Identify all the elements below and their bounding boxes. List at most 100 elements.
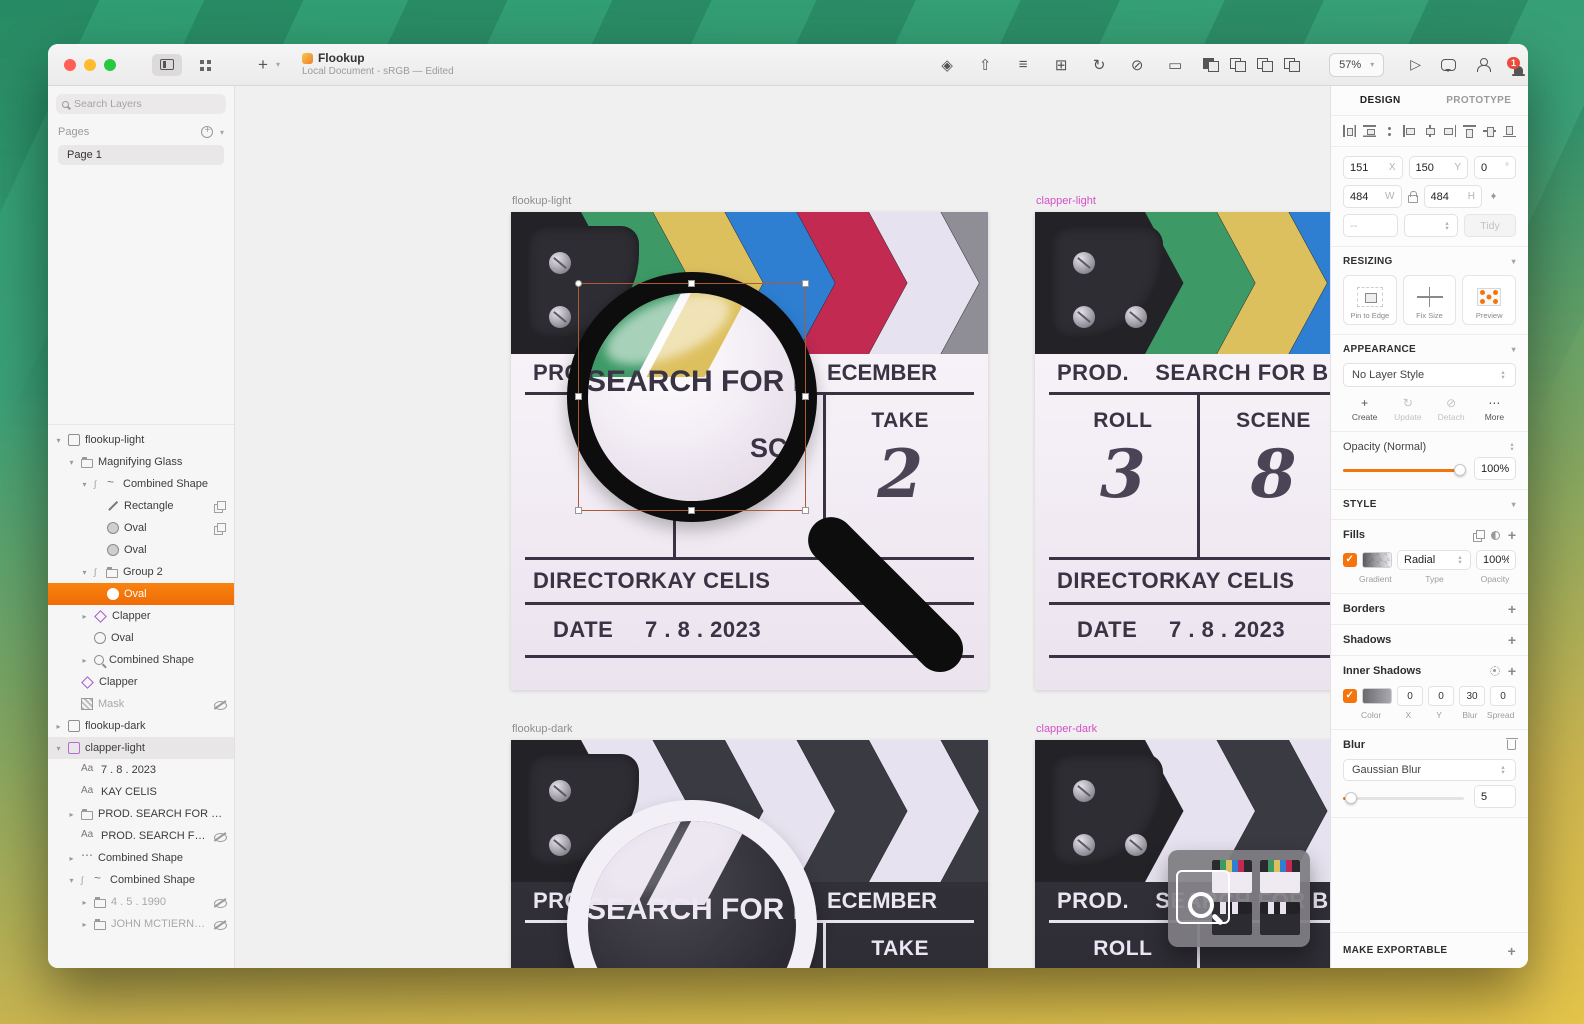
- resize-handle[interactable]: [802, 393, 809, 400]
- pages-collapse-icon[interactable]: ▾: [220, 128, 224, 137]
- add-shadow-button[interactable]: +: [1508, 635, 1516, 645]
- resize-handle[interactable]: [802, 507, 809, 514]
- blur-amount-field[interactable]: 5: [1474, 785, 1516, 808]
- more-style-button[interactable]: ⋯More: [1473, 397, 1516, 422]
- layer-kay-celis[interactable]: KAY CELIS: [48, 781, 234, 803]
- collaborate-button[interactable]: [1476, 58, 1492, 71]
- layer-john-mctiernan[interactable]: ▸JOHN MCTIERNAN: [48, 913, 234, 935]
- delete-blur-icon[interactable]: [1507, 740, 1516, 750]
- hidden-eye-icon[interactable]: [213, 896, 228, 909]
- tidy-button[interactable]: Tidy: [1464, 214, 1516, 237]
- smooth-corners-field[interactable]: ▴▾: [1404, 214, 1459, 237]
- chevron-right-icon[interactable]: ▸: [80, 920, 89, 929]
- layer-clapper[interactable]: Clapper: [48, 671, 234, 693]
- rotation-field[interactable]: 0°: [1474, 156, 1516, 179]
- difference-icon[interactable]: [1284, 58, 1299, 71]
- opacity-slider[interactable]: [1343, 469, 1464, 472]
- inner-shadow-settings-icon[interactable]: [1490, 666, 1500, 676]
- layer-7-8-2023[interactable]: 7 . 8 . 2023: [48, 759, 234, 781]
- chevron-right-icon[interactable]: ▸: [67, 810, 76, 819]
- zoom-window-button[interactable]: [104, 59, 116, 71]
- preview-play-button[interactable]: ▷: [1410, 56, 1421, 73]
- chevron-down-icon[interactable]: ▾: [54, 436, 63, 445]
- align-middle-icon[interactable]: [1483, 125, 1496, 137]
- resize-handle[interactable]: [688, 280, 695, 287]
- add-fill-button[interactable]: +: [1508, 530, 1516, 540]
- collapse-icon[interactable]: ▾: [1512, 257, 1516, 266]
- layer-4-5-1990[interactable]: ▸4 . 5 . 1990: [48, 891, 234, 913]
- insert-chevron-icon[interactable]: ▾: [276, 60, 280, 69]
- inner-shadow-spread-field[interactable]: 0: [1490, 686, 1516, 706]
- canvas[interactable]: flookup-light PRO ECEMBER: [235, 86, 1330, 968]
- add-inner-shadow-button[interactable]: +: [1508, 666, 1516, 676]
- minimize-window-button[interactable]: [84, 59, 96, 71]
- add-page-icon[interactable]: [201, 126, 213, 138]
- height-field[interactable]: 484H: [1424, 185, 1483, 208]
- distribute-vertical-icon[interactable]: [1363, 125, 1376, 137]
- magnifying-glass[interactable]: SEARCH FOR B: [567, 800, 817, 968]
- layer-clapper-light[interactable]: ▾clapper-light: [48, 737, 234, 759]
- make-exportable-section[interactable]: MAKE EXPORTABLE +: [1331, 932, 1528, 968]
- layer-magnifying-glass[interactable]: ▾Magnifying Glass: [48, 451, 234, 473]
- layer-mask[interactable]: Mask: [48, 693, 234, 715]
- chevron-right-icon[interactable]: ▸: [54, 722, 63, 731]
- flip-horizontal-icon[interactable]: [1488, 191, 1499, 202]
- layer-prod-search-for-blu[interactable]: ▸PROD. SEARCH FOR BLU: [48, 803, 234, 825]
- resize-handle[interactable]: [575, 393, 582, 400]
- blur-amount-slider[interactable]: [1343, 797, 1464, 800]
- chevron-down-icon[interactable]: ▾: [80, 480, 89, 489]
- chevron-down-icon[interactable]: ▾: [80, 568, 89, 577]
- chevron-right-icon[interactable]: ▸: [80, 898, 89, 907]
- artboard-label[interactable]: clapper-light: [1036, 195, 1096, 207]
- tab-design[interactable]: DESIGN: [1331, 86, 1430, 115]
- collapse-icon[interactable]: ▾: [1512, 345, 1516, 354]
- width-field[interactable]: 484W: [1343, 185, 1402, 208]
- align-center-icon[interactable]: [1423, 125, 1436, 137]
- layer-group-2[interactable]: ▾∫Group 2: [48, 561, 234, 583]
- search-input[interactable]: [74, 98, 220, 110]
- artboard-flookup-dark[interactable]: flookup-dark PRO ECEMBER: [511, 740, 988, 968]
- close-window-button[interactable]: [64, 59, 76, 71]
- zoom-select[interactable]: 57%▾: [1329, 53, 1384, 77]
- resize-handle[interactable]: [688, 507, 695, 514]
- layer-combined-shape[interactable]: ▾∫Combined Shape: [48, 473, 234, 495]
- resize-handle[interactable]: [575, 280, 582, 287]
- subtract-icon[interactable]: [1230, 58, 1245, 71]
- chevron-right-icon[interactable]: ▸: [80, 612, 89, 621]
- layer-oval[interactable]: Oval: [48, 583, 234, 605]
- fill-enabled-checkbox[interactable]: [1343, 553, 1357, 567]
- y-field[interactable]: 150Y: [1409, 156, 1469, 179]
- lock-ratio-icon[interactable]: [1408, 195, 1418, 203]
- x-field[interactable]: 151X: [1343, 156, 1403, 179]
- hidden-eye-icon[interactable]: [213, 698, 228, 711]
- fill-opacity-field[interactable]: 100%: [1476, 550, 1516, 570]
- scale-icon[interactable]: ⊞: [1051, 56, 1071, 74]
- chevron-down-icon[interactable]: ▾: [67, 876, 76, 885]
- fill-gradient-swatch[interactable]: [1362, 552, 1392, 568]
- blur-type-select[interactable]: Gaussian Blur▴▾: [1343, 759, 1516, 781]
- opacity-field[interactable]: 100%: [1474, 457, 1516, 480]
- intersect-icon[interactable]: [1257, 58, 1272, 71]
- create-style-button[interactable]: +Create: [1343, 397, 1386, 422]
- layer-flookup-dark[interactable]: ▸flookup-dark: [48, 715, 234, 737]
- layer-oval[interactable]: Oval: [48, 627, 234, 649]
- zoom-preview-panel[interactable]: [1168, 850, 1310, 947]
- detach-style-button[interactable]: ⊘Detach: [1430, 397, 1473, 422]
- layer-combined-shape[interactable]: ▸Combined Shape: [48, 649, 234, 671]
- insert-icon[interactable]: ⇧: [975, 56, 995, 74]
- align-bottom-icon[interactable]: [1503, 125, 1516, 137]
- inner-shadow-color-swatch[interactable]: [1362, 688, 1392, 704]
- fill-stack-icon[interactable]: [1473, 530, 1483, 540]
- mask-icon[interactable]: ⊘: [1127, 56, 1147, 74]
- tidy-icon[interactable]: [1383, 125, 1396, 137]
- grid-view-button[interactable]: [190, 54, 220, 76]
- fill-type-select[interactable]: Radial▴▾: [1397, 550, 1471, 570]
- align-right-icon[interactable]: [1443, 125, 1456, 137]
- distribute-horizontal-icon[interactable]: [1343, 125, 1356, 137]
- artboard-flookup-light[interactable]: flookup-light PRO ECEMBER: [511, 212, 988, 690]
- inner-shadow-enabled-checkbox[interactable]: [1343, 689, 1357, 703]
- inner-shadow-x-field[interactable]: 0: [1397, 686, 1423, 706]
- chevron-right-icon[interactable]: ▸: [67, 854, 76, 863]
- update-style-button[interactable]: ↻Update: [1386, 397, 1429, 422]
- chevron-right-icon[interactable]: ▸: [80, 656, 89, 665]
